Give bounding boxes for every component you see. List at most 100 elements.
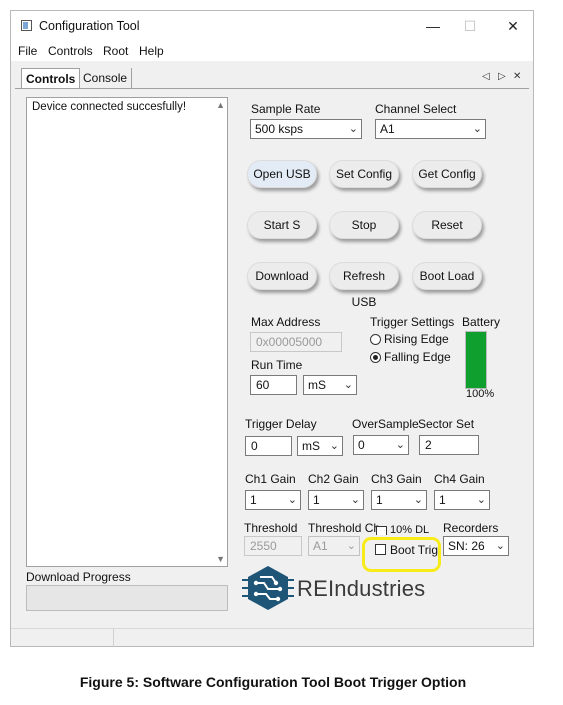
trigger-delay-unit-value: mS: [302, 439, 320, 453]
open-usb-button[interactable]: Open USB: [247, 160, 317, 188]
log-text: Device connected succesfully!: [32, 101, 187, 113]
boot-trig-highlight: [362, 537, 441, 572]
boot-load-button[interactable]: Boot Load: [412, 262, 482, 290]
ch1-gain-value: 1: [250, 493, 257, 507]
status-divider: [113, 629, 114, 647]
stop-button[interactable]: Stop: [329, 211, 399, 239]
get-config-button[interactable]: Get Config: [412, 160, 482, 188]
threshold-field: 2550: [244, 536, 302, 556]
ch2-gain-value: 1: [313, 493, 320, 507]
chevron-down-icon: ⌄: [472, 123, 482, 135]
recorders-value: SN: 26: [448, 539, 485, 553]
sector-set-field[interactable]: 2: [419, 435, 479, 455]
maximize-button[interactable]: ☐: [455, 15, 485, 37]
falling-edge-label: Falling Edge: [384, 350, 451, 364]
menu-bar: File Controls Root Help: [11, 41, 533, 61]
run-time-unit-select[interactable]: mS ⌄: [303, 375, 357, 395]
trigger-delay-label: Trigger Delay: [245, 417, 317, 431]
ch4-gain-value: 1: [439, 493, 446, 507]
reset-button[interactable]: Reset: [412, 211, 482, 239]
ch1-gain-label: Ch1 Gain: [245, 472, 296, 486]
app-icon: [21, 20, 32, 31]
reindustries-logo-text: REIndustries: [297, 576, 426, 601]
threshold-ch-value: A1: [313, 539, 328, 553]
chevron-down-icon: ⌄: [287, 494, 297, 506]
start-button[interactable]: Start S: [247, 211, 317, 239]
title-bar: Configuration Tool — ☐ ✕: [11, 11, 533, 41]
window-title: Configuration Tool: [39, 19, 140, 33]
ten-pct-dl-group: 10% DL: [375, 521, 445, 535]
falling-edge-radio[interactable]: [370, 352, 381, 363]
sample-rate-select[interactable]: 500 ksps ⌄: [250, 119, 362, 139]
chevron-down-icon: ⌄: [495, 540, 505, 552]
scroll-up-icon[interactable]: ▲: [216, 100, 225, 110]
chevron-down-icon: ⌄: [350, 494, 360, 506]
oversample-label: OverSample: [352, 417, 419, 431]
run-time-label: Run Time: [251, 358, 303, 372]
chevron-down-icon: ⌄: [476, 494, 486, 506]
ch4-gain-label: Ch4 Gain: [434, 472, 485, 486]
refresh-usb-button[interactable]: Refresh USB: [329, 262, 399, 309]
ch3-gain-select[interactable]: 1 ⌄: [371, 490, 427, 510]
tab-prev-icon[interactable]: ◁: [482, 71, 490, 82]
channel-select-label: Channel Select: [375, 102, 457, 116]
rising-edge-radio[interactable]: [370, 334, 381, 345]
chevron-down-icon: ⌄: [343, 379, 353, 391]
set-config-button[interactable]: Set Config: [329, 160, 399, 188]
menu-file[interactable]: File: [18, 44, 37, 58]
tab-controls[interactable]: Controls: [21, 68, 81, 89]
channel-select[interactable]: A1 ⌄: [375, 119, 486, 139]
max-address-field: 0x00005000: [250, 332, 342, 352]
ch1-gain-select[interactable]: 1 ⌄: [245, 490, 301, 510]
tab-console[interactable]: Console: [79, 68, 133, 88]
trigger-delay-unit-select[interactable]: mS ⌄: [297, 436, 343, 456]
tab-divider: [15, 88, 529, 89]
tab-strip: Controls Console ◁ ▷ ✕: [11, 65, 533, 89]
chevron-down-icon: ⌄: [395, 439, 405, 451]
status-bar: [11, 628, 533, 647]
ch2-gain-select[interactable]: 1 ⌄: [308, 490, 364, 510]
download-button[interactable]: Download: [247, 262, 317, 290]
scroll-down-icon[interactable]: ▼: [216, 554, 225, 564]
max-address-label: Max Address: [251, 315, 321, 329]
minimize-button[interactable]: —: [418, 15, 448, 37]
chevron-down-icon: ⌄: [346, 540, 356, 552]
threshold-ch-label: Threshold Ch: [308, 521, 381, 535]
recorders-label: Recorders: [443, 521, 499, 535]
oversample-value: 0: [358, 438, 365, 452]
log-textbox[interactable]: Device connected succesfully! ▲ ▼: [26, 97, 228, 567]
tab-close-icon[interactable]: ✕: [513, 71, 521, 82]
threshold-label: Threshold: [244, 521, 298, 535]
reindustries-logo-icon: [242, 566, 294, 610]
recorders-select[interactable]: SN: 26 ⌄: [443, 536, 509, 556]
trigger-delay-field[interactable]: 0: [245, 436, 292, 456]
sample-rate-label: Sample Rate: [251, 102, 321, 116]
menu-help[interactable]: Help: [139, 44, 164, 58]
sector-set-label: Sector Set: [418, 417, 475, 431]
chevron-down-icon: ⌄: [348, 123, 358, 135]
ten-pct-dl-checkbox[interactable]: [376, 526, 387, 535]
menu-controls[interactable]: Controls: [48, 44, 93, 58]
chevron-down-icon: ⌄: [329, 440, 339, 452]
ten-pct-dl-label: 10% DL: [390, 524, 430, 535]
tab-next-icon[interactable]: ▷: [498, 71, 506, 82]
battery-percent: 100%: [466, 388, 495, 400]
menu-root[interactable]: Root: [103, 44, 128, 58]
ch3-gain-label: Ch3 Gain: [371, 472, 422, 486]
run-time-field[interactable]: 60: [250, 375, 297, 395]
threshold-ch-select: A1 ⌄: [308, 536, 360, 556]
ch4-gain-select[interactable]: 1 ⌄: [434, 490, 490, 510]
channel-select-value: A1: [380, 122, 395, 136]
app-window: Configuration Tool — ☐ ✕ File Controls R…: [10, 10, 534, 647]
chevron-down-icon: ⌄: [413, 494, 423, 506]
ch2-gain-label: Ch2 Gain: [308, 472, 359, 486]
battery-level-bar: [465, 331, 487, 389]
battery-label: Battery: [462, 315, 501, 329]
ch3-gain-value: 1: [376, 493, 383, 507]
rising-edge-label: Rising Edge: [384, 332, 449, 346]
figure-caption: Figure 5: Software Configuration Tool Bo…: [79, 674, 467, 690]
sample-rate-value: 500 ksps: [255, 122, 304, 136]
run-time-unit-value: mS: [308, 378, 326, 392]
close-button[interactable]: ✕: [498, 15, 528, 37]
oversample-select[interactable]: 0 ⌄: [353, 435, 409, 455]
